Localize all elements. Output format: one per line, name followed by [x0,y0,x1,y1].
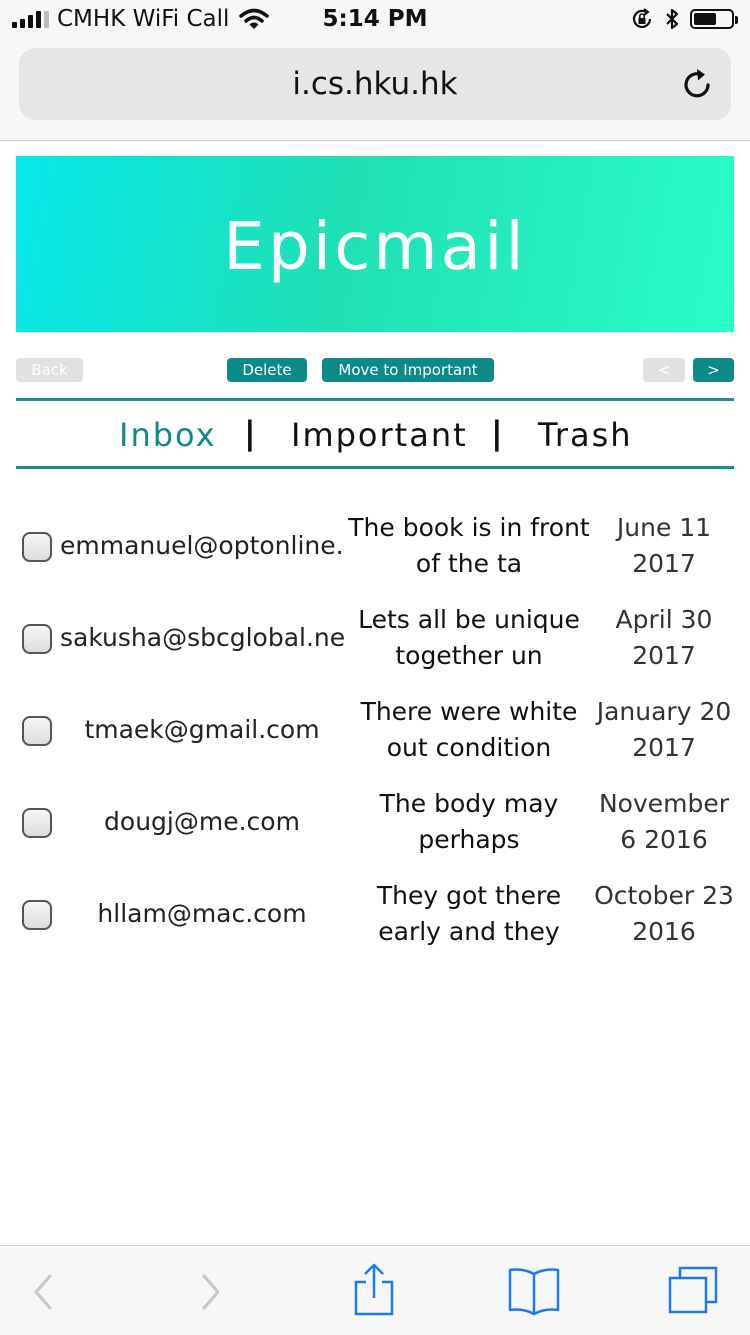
email-sender: hllam@mac.com [97,899,307,928]
browser-chrome: i.cs.hku.hk [0,40,750,141]
app-banner: Epicmail [16,156,734,332]
carrier-name: CMHK WiFi Call [57,6,230,32]
email-sender: tmaek@gmail.com [84,715,320,744]
battery-icon [690,9,738,29]
email-date: April 30 2017 [615,605,713,670]
app-title: Epicmail [223,208,527,285]
email-date: June 11 2017 [616,513,712,578]
email-sender: emmanuel@optonline.n [60,531,344,560]
tabs-icon[interactable] [666,1264,720,1316]
bluetooth-icon [666,8,679,30]
tab-separator: | [491,414,505,452]
divider-top [16,398,734,401]
email-checkbox[interactable] [22,900,52,930]
divider-bottom [16,466,734,469]
email-row[interactable]: sakusha@sbcglobal.ne Lets all be unique … [0,594,750,686]
email-row[interactable]: emmanuel@optonline.n The book is in fron… [0,502,750,594]
email-sender: sakusha@sbcglobal.ne [60,623,344,652]
signal-icon [12,10,49,28]
email-date: November 6 2016 [598,789,730,854]
email-checkbox[interactable] [22,808,52,838]
status-bar: CMHK WiFi Call 5:14 PM [0,0,750,40]
email-checkbox[interactable] [22,716,52,746]
email-subject[interactable]: They got there early and they [346,878,592,950]
folder-tabs: Inbox | Important | Trash [0,414,750,456]
browser-toolbar [0,1245,750,1335]
email-row[interactable]: tmaek@gmail.com There were white out con… [0,686,750,778]
back-button[interactable]: Back [16,358,83,382]
address-bar[interactable]: i.cs.hku.hk [19,48,731,120]
move-to-important-button[interactable]: Move to Important [322,358,494,382]
tab-inbox[interactable]: Inbox [119,416,217,454]
forward-arrow-icon[interactable] [198,1272,224,1312]
rotation-lock-icon [632,8,652,28]
email-subject[interactable]: The body may perhaps [346,786,592,858]
tab-separator: | [244,414,258,452]
tab-important[interactable]: Important [291,416,468,454]
email-date: January 20 2017 [596,697,732,762]
email-subject[interactable]: There were white out condition [346,694,592,766]
delete-button[interactable]: Delete [227,358,307,382]
email-sender: dougj@me.com [104,807,300,836]
status-left: CMHK WiFi Call [12,6,270,32]
back-arrow-icon[interactable] [30,1272,56,1312]
email-row[interactable]: hllam@mac.com They got there early and t… [0,870,750,962]
battery-level [694,13,716,25]
status-right [630,7,738,31]
email-subject[interactable]: The book is in front of the ta [346,510,592,582]
reload-icon[interactable] [681,66,715,102]
bookmarks-icon[interactable] [507,1266,561,1316]
wifi-icon [239,8,270,29]
next-page-button[interactable]: > [693,358,734,382]
tab-trash[interactable]: Trash [538,416,633,454]
email-row[interactable]: dougj@me.com The body may perhaps Novemb… [0,778,750,870]
email-checkbox[interactable] [22,532,52,562]
email-subject[interactable]: Lets all be unique together un [346,602,592,674]
previous-page-button[interactable]: < [643,358,685,382]
email-checkbox[interactable] [22,624,52,654]
share-icon[interactable] [352,1262,396,1318]
email-date: October 23 2016 [594,881,734,946]
url-text[interactable]: i.cs.hku.hk [19,66,731,102]
